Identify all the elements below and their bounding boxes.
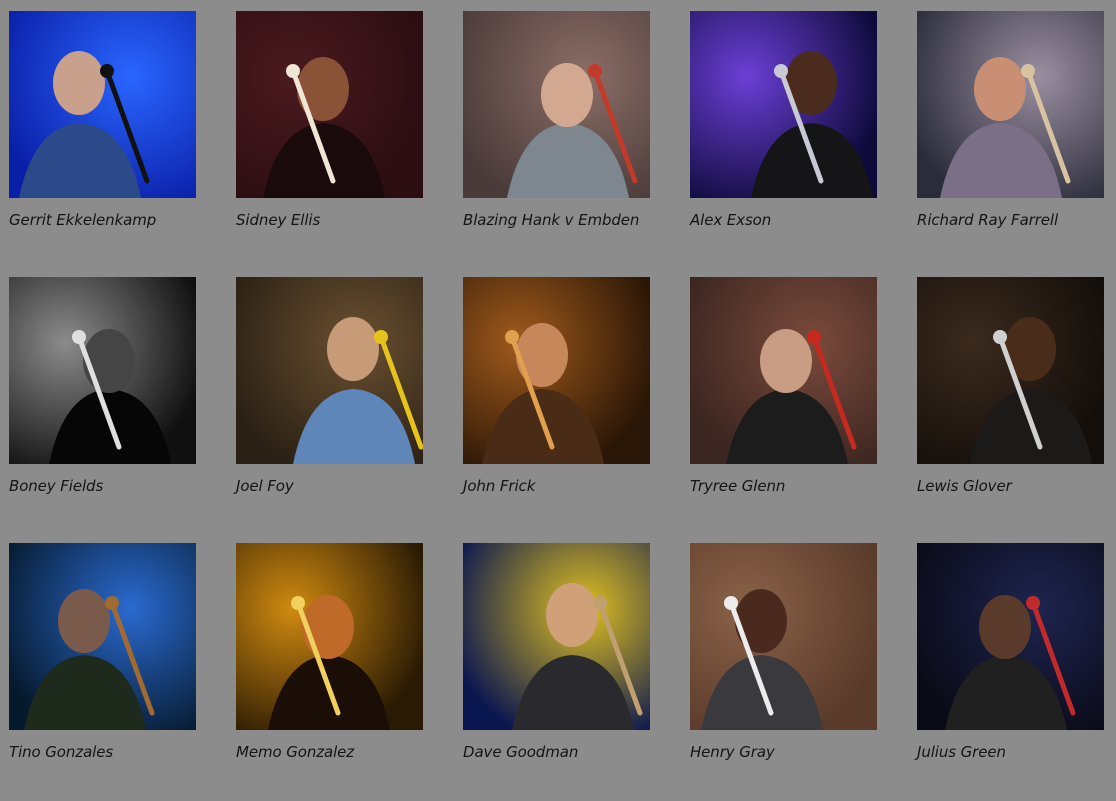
artist-name[interactable]: Memo Gonzalez <box>236 743 354 761</box>
artist-photo[interactable] <box>690 543 877 730</box>
artist-photo-image <box>9 277 196 464</box>
artist-photo[interactable] <box>690 11 877 198</box>
artist-photo[interactable] <box>917 277 1104 464</box>
artist-card[interactable]: Dave Goodman <box>463 543 650 761</box>
artist-name[interactable]: Henry Gray <box>690 743 775 761</box>
artist-card[interactable]: Julius Green <box>917 543 1104 761</box>
artist-card[interactable]: Gerrit Ekkelenkamp <box>9 11 196 229</box>
artist-card[interactable]: Alex Exson <box>690 11 877 229</box>
artist-name[interactable]: Boney Fields <box>9 477 103 495</box>
artist-name[interactable]: Julius Green <box>917 743 1006 761</box>
artist-photo-image <box>236 277 423 464</box>
artist-photo-image <box>917 543 1104 730</box>
artist-card[interactable]: Henry Gray <box>690 543 877 761</box>
artist-photo[interactable] <box>917 11 1104 198</box>
artist-photo-image <box>9 543 196 730</box>
artist-photo-image <box>236 11 423 198</box>
artist-card[interactable]: Tino Gonzales <box>9 543 196 761</box>
artist-card[interactable]: John Frick <box>463 277 650 495</box>
artist-photo[interactable] <box>463 11 650 198</box>
artist-card[interactable]: Boney Fields <box>9 277 196 495</box>
artist-photo-image <box>463 11 650 198</box>
artist-photo-image <box>690 277 877 464</box>
artist-photo-image <box>690 543 877 730</box>
artist-photo[interactable] <box>690 277 877 464</box>
artist-card[interactable]: Tryree Glenn <box>690 277 877 495</box>
artist-card[interactable]: Blazing Hank v Embden <box>463 11 650 229</box>
artist-photo-image <box>9 11 196 198</box>
artist-photo-image <box>690 11 877 198</box>
artist-photo[interactable] <box>917 543 1104 730</box>
artist-card[interactable]: Richard Ray Farrell <box>917 11 1104 229</box>
artist-card[interactable]: Lewis Glover <box>917 277 1104 495</box>
artist-photo[interactable] <box>236 543 423 730</box>
artist-photo[interactable] <box>463 543 650 730</box>
artist-name[interactable]: Gerrit Ekkelenkamp <box>9 211 156 229</box>
artist-photo-image <box>917 277 1104 464</box>
artist-name[interactable]: Dave Goodman <box>463 743 578 761</box>
artist-photo[interactable] <box>9 11 196 198</box>
artist-photo-image <box>463 543 650 730</box>
artist-photo[interactable] <box>9 543 196 730</box>
artist-name[interactable]: Alex Exson <box>690 211 771 229</box>
artist-name[interactable]: Blazing Hank v Embden <box>463 211 639 229</box>
artist-name[interactable]: Tryree Glenn <box>690 477 785 495</box>
artist-name[interactable]: Tino Gonzales <box>9 743 113 761</box>
artist-photo[interactable] <box>9 277 196 464</box>
artist-name[interactable]: Sidney Ellis <box>236 211 320 229</box>
artist-name[interactable]: Lewis Glover <box>917 477 1012 495</box>
artist-photo[interactable] <box>236 11 423 198</box>
artist-name[interactable]: Joel Foy <box>236 477 294 495</box>
artist-photo-image <box>463 277 650 464</box>
artist-photo-image <box>917 11 1104 198</box>
artist-card[interactable]: Joel Foy <box>236 277 423 495</box>
artist-grid: Gerrit Ekkelenkamp Sidney Ellis Blazing … <box>9 11 1104 761</box>
artist-name[interactable]: John Frick <box>463 477 535 495</box>
artist-photo[interactable] <box>463 277 650 464</box>
artist-card[interactable]: Sidney Ellis <box>236 11 423 229</box>
artist-card[interactable]: Memo Gonzalez <box>236 543 423 761</box>
artist-photo-image <box>236 543 423 730</box>
artist-name[interactable]: Richard Ray Farrell <box>917 211 1058 229</box>
artist-photo[interactable] <box>236 277 423 464</box>
